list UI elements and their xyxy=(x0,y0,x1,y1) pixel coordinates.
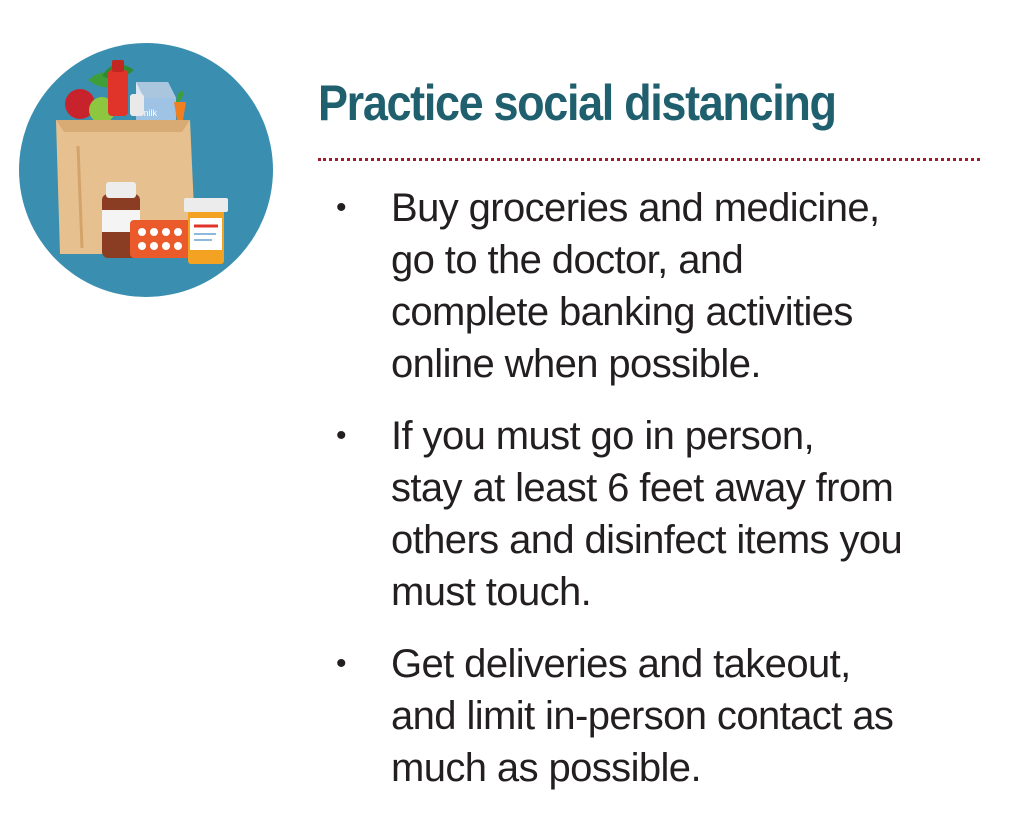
bullet-text: If you must go in person, stay at least … xyxy=(391,414,903,614)
bullet-marker: • xyxy=(336,191,347,224)
list-item: • Get deliveries and takeout, and limit … xyxy=(336,638,996,794)
list-item: • Buy groceries and medicine, go to the … xyxy=(336,182,996,390)
bullet-text: Buy groceries and medicine, go to the do… xyxy=(391,186,880,386)
bullet-marker: • xyxy=(336,419,347,452)
dotted-divider xyxy=(318,158,980,161)
blister-pack xyxy=(130,220,196,258)
bullet-text: Get deliveries and takeout, and limit in… xyxy=(391,642,894,790)
page-title: Practice social distancing xyxy=(318,75,837,131)
ketchup-bottle xyxy=(108,70,128,116)
grocery-bag-medicine-icon: milk xyxy=(19,43,273,297)
bullet-list: • Buy groceries and medicine, go to the … xyxy=(336,182,996,814)
list-item: • If you must go in person, stay at leas… xyxy=(336,410,996,618)
bullet-marker: • xyxy=(336,647,347,680)
